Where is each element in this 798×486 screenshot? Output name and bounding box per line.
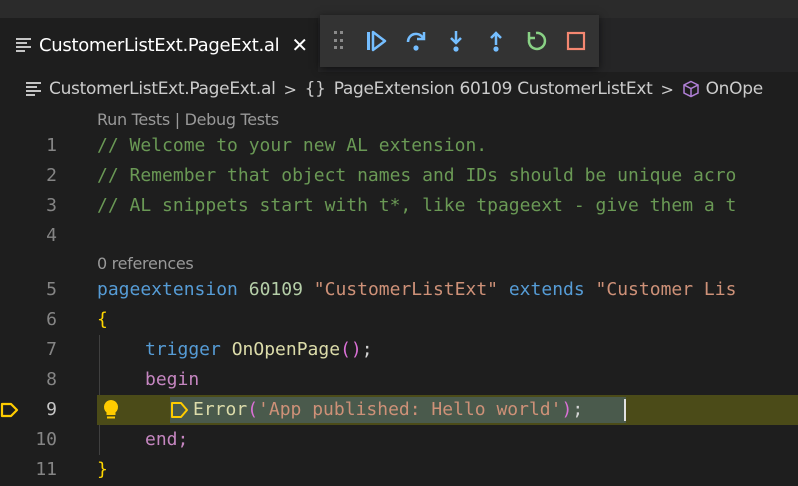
- breadcrumb-separator: >: [283, 79, 297, 99]
- step-out-button[interactable]: [476, 21, 516, 61]
- step-into-button[interactable]: [436, 21, 476, 61]
- close-icon[interactable]: ✕: [291, 33, 308, 57]
- breadcrumb-file[interactable]: CustomerListExt.PageExt.al: [49, 79, 276, 99]
- code-line: 11 }: [0, 455, 798, 485]
- line-number: 10: [35, 429, 57, 450]
- continue-button[interactable]: [356, 21, 396, 61]
- breadcrumb-method[interactable]: OnOpe: [706, 79, 764, 99]
- line-number: 1: [46, 135, 57, 156]
- code-line: 3 // AL snippets start with t*, like tpa…: [0, 191, 798, 221]
- breadcrumb-symbol[interactable]: PageExtension 60109 CustomerListExt: [334, 79, 653, 99]
- step-over-button[interactable]: [396, 21, 436, 61]
- line-code: trigger OnOpenPage();: [145, 339, 373, 360]
- line-number: 2: [46, 165, 57, 186]
- text-cursor: [624, 399, 626, 421]
- line-number: 7: [46, 339, 57, 360]
- line-code: Error('App published: Hello world');: [193, 399, 584, 420]
- restart-button[interactable]: [516, 21, 556, 61]
- file-lines-icon: [26, 82, 41, 96]
- line-number: 11: [35, 459, 57, 480]
- keyword-token: trigger: [145, 339, 221, 360]
- number-token: 60109: [248, 279, 303, 300]
- braces-icon: {}: [304, 79, 326, 99]
- code-line: 8 begin: [0, 365, 798, 395]
- line-text: begin: [145, 369, 200, 390]
- string-token: "CustomerListExt": [313, 279, 498, 300]
- code-line: 1 // Welcome to your new AL extension.: [0, 131, 798, 161]
- cube-icon: [682, 80, 700, 98]
- codelens-references[interactable]: 0 references: [97, 254, 194, 273]
- continue-icon: [367, 30, 387, 52]
- file-lines-icon: [16, 38, 31, 52]
- line-text: {: [97, 309, 108, 330]
- inline-breakpoint-icon: [171, 402, 188, 418]
- string-token: 'App published: Hello world': [258, 399, 562, 420]
- line-number: 9: [46, 399, 57, 420]
- breadcrumb-separator: >: [660, 79, 674, 99]
- line-code: pageextension 60109 "CustomerListExt" ex…: [97, 275, 736, 305]
- code-line: 6 {: [0, 305, 798, 335]
- line-text: }: [97, 459, 108, 480]
- code-line: 10 end;: [0, 425, 798, 455]
- line-number: 5: [46, 279, 57, 300]
- editor-tab[interactable]: CustomerListExt.PageExt.al ✕: [0, 18, 318, 72]
- string-token: "Customer Lis: [595, 279, 737, 300]
- line-text: end;: [145, 429, 189, 450]
- stop-button[interactable]: [556, 21, 596, 61]
- line-number: 3: [46, 195, 57, 216]
- drag-grip-icon[interactable]: [334, 31, 344, 51]
- function-token: Error: [193, 399, 248, 420]
- lightbulb-icon[interactable]: [101, 399, 121, 421]
- code-line: 2 // Remember that object names and IDs …: [0, 161, 798, 191]
- code-line: 4: [0, 221, 798, 251]
- code-line: 5 pageextension 60109 "CustomerListExt" …: [0, 275, 798, 305]
- tab-title: CustomerListExt.PageExt.al: [39, 34, 280, 56]
- step-over-icon: [406, 32, 426, 51]
- step-out-icon: [490, 31, 502, 52]
- code-editor[interactable]: Run Tests | Debug Tests 1 // Welcome to …: [0, 106, 798, 486]
- line-text: // Remember that object names and IDs sh…: [97, 165, 737, 186]
- line-text: // Welcome to your new AL extension.: [97, 135, 488, 156]
- codelens-run-debug-tests[interactable]: Run Tests | Debug Tests: [97, 110, 279, 129]
- line-number: 8: [46, 369, 57, 390]
- line-number: 4: [46, 225, 57, 246]
- keyword-token: extends: [508, 279, 585, 300]
- step-into-icon: [450, 31, 462, 52]
- debug-toolbar: [320, 15, 599, 67]
- line-text: // AL snippets start with t*, like tpage…: [97, 195, 737, 216]
- function-token: OnOpenPage: [231, 339, 341, 360]
- breadcrumb: CustomerListExt.PageExt.al > {} PageExte…: [0, 72, 798, 106]
- stop-icon: [566, 31, 586, 51]
- keyword-token: pageextension: [97, 279, 238, 300]
- current-execution-line: 9 Error('App published: Hello world');: [0, 395, 798, 425]
- restart-icon: [527, 31, 547, 51]
- code-line: 7 trigger OnOpenPage();: [0, 335, 798, 365]
- line-number: 6: [46, 309, 57, 330]
